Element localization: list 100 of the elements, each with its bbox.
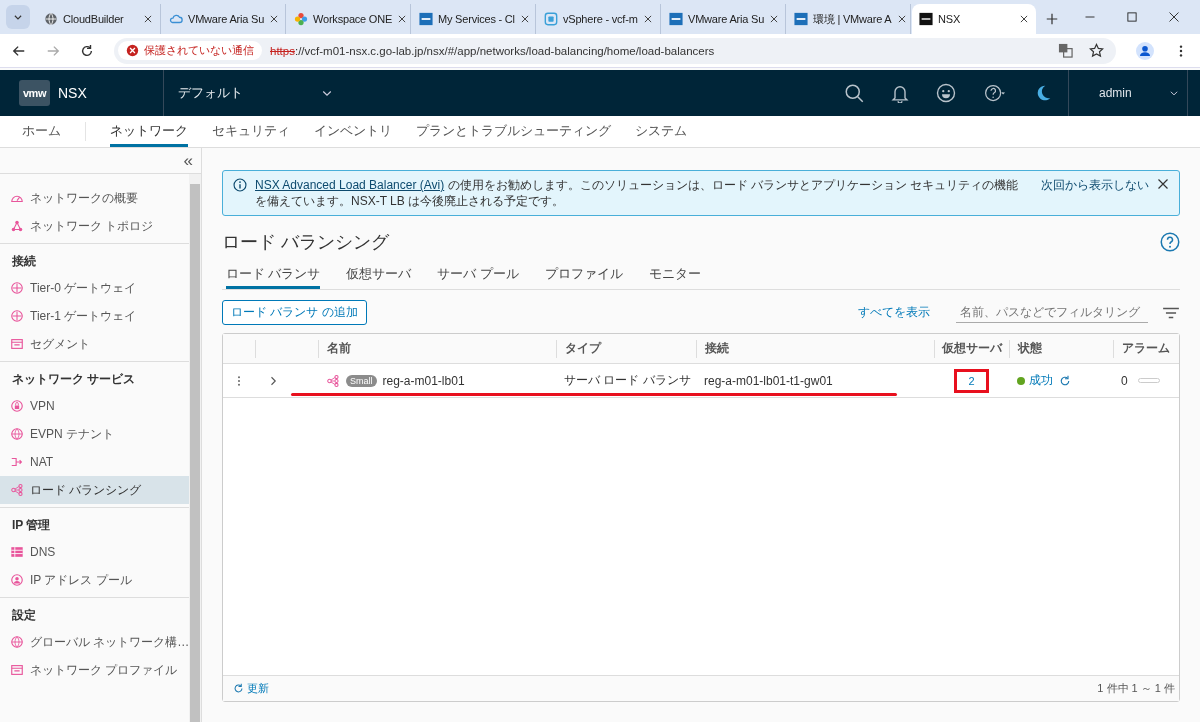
tab-title: My Services - Cl	[438, 13, 515, 25]
sidebar-item[interactable]: IP アドレス プール	[0, 566, 189, 594]
sub-tab[interactable]: 仮想サーバ	[346, 262, 412, 289]
sidebar-item[interactable]: VPN	[0, 392, 189, 420]
sidebar-item[interactable]: ネットワーク プロファイル	[0, 656, 189, 684]
sub-tab[interactable]: ロード バランサ	[226, 262, 321, 289]
column-header[interactable]: 接続	[696, 339, 934, 358]
table-cell: reg-a-m01-lb01-t1-gw01	[704, 373, 833, 388]
sidebar-item[interactable]: EVPN テナント	[0, 420, 189, 448]
nav-tab[interactable]: システム	[635, 116, 687, 147]
add-button[interactable]: ロード バランサ の追加	[222, 300, 367, 325]
close-icon[interactable]	[1157, 178, 1169, 190]
browser-tab[interactable]: NSX	[912, 4, 1036, 34]
bell-icon[interactable]	[890, 83, 910, 103]
sidebar-item[interactable]: DNS	[0, 538, 189, 566]
column-header[interactable]: 状態	[1009, 339, 1113, 358]
globe-icon	[10, 635, 24, 649]
sidebar-item[interactable]: Tier-0 ゲートウェイ	[0, 274, 189, 302]
column-header[interactable]: アラーム	[1113, 339, 1179, 358]
sidebar-item[interactable]: ネットワーク トポロジ	[0, 212, 189, 240]
table-cell: サーバ ロード バランサ	[564, 372, 691, 389]
help-icon[interactable]	[1160, 232, 1180, 252]
scrollbar-thumb[interactable]	[190, 184, 200, 722]
share-nodes-icon	[326, 373, 340, 388]
size-badge: Small	[346, 374, 377, 387]
sidebar-item[interactable]: セグメント	[0, 330, 189, 358]
sidebar-item[interactable]: ネットワークの概要	[0, 184, 189, 212]
close-icon[interactable]	[769, 14, 780, 24]
address-field[interactable]: 保護されていない通信 https://vcf-m01-nsx.c.go-lab.jp/nsx/#/app/networks/load-balancing/home/load-balancers	[114, 37, 1116, 64]
scrollbar[interactable]	[189, 174, 201, 722]
panel-icon	[10, 663, 24, 677]
info-icon	[233, 178, 247, 192]
sidebar-item[interactable]: Tier-1 ゲートウェイ	[0, 302, 189, 330]
close-icon[interactable]	[269, 14, 280, 24]
globe-icon	[10, 427, 24, 441]
close-icon[interactable]	[896, 14, 907, 24]
reload-icon[interactable]	[80, 43, 94, 58]
table-cell: reg-a-m01-lb01	[382, 373, 465, 388]
close-icon[interactable]	[1019, 14, 1029, 24]
nav-tab[interactable]: セキュリティ	[212, 116, 290, 147]
back-icon[interactable]	[12, 43, 26, 58]
virtual-server-count-link[interactable]: 2	[954, 368, 989, 393]
panel-icon	[10, 337, 24, 351]
tab-title: CloudBuilder	[63, 13, 125, 25]
sub-tab[interactable]: モニター	[648, 262, 701, 289]
close-icon[interactable]	[643, 14, 653, 24]
close-icon[interactable]	[397, 14, 408, 24]
crosshair-circle-icon	[10, 309, 24, 323]
nav-tab[interactable]: ホーム	[22, 116, 61, 147]
chevron-down-icon	[1169, 88, 1179, 98]
tab-title: VMware Aria Su	[188, 13, 265, 25]
square-logo-icon	[544, 12, 558, 26]
refresh-icon[interactable]	[1059, 374, 1071, 387]
sidebar-item[interactable]: ロード バランシング	[0, 476, 189, 504]
person-circle-icon	[10, 573, 24, 587]
dismiss-link[interactable]: 次回から表示しない	[1041, 177, 1149, 193]
maximize-icon[interactable]	[1126, 11, 1138, 23]
column-header[interactable]: 仮想サーバ	[934, 339, 1009, 358]
close-icon[interactable]	[519, 14, 530, 24]
tab-title: VMware Aria Su	[688, 13, 765, 25]
nav-tab[interactable]: プランとトラブルシューティング	[416, 116, 611, 147]
refresh-link[interactable]: 更新	[233, 681, 269, 696]
close-icon[interactable]	[143, 14, 153, 24]
square-logo-icon	[669, 12, 683, 26]
square-logo-icon	[794, 12, 808, 26]
square-logo-icon	[419, 12, 433, 26]
plus-icon[interactable]	[1045, 12, 1059, 26]
tab-title: Workspace ONE	[313, 13, 393, 25]
sub-tab[interactable]: プロファイル	[544, 262, 623, 289]
column-header[interactable]: タイプ	[556, 339, 696, 358]
share-nodes-icon	[10, 483, 24, 497]
cloud-icon	[169, 12, 183, 26]
tab-title: 環境 | VMware A	[813, 11, 892, 27]
error-icon	[126, 44, 139, 57]
search-icon[interactable]	[844, 83, 864, 103]
refresh-icon	[233, 683, 244, 694]
sub-tab[interactable]: サーバ プール	[437, 262, 519, 289]
item-count: 1 件中 1 ～ 1 件	[1097, 681, 1175, 696]
profile-icon[interactable]	[1136, 41, 1154, 60]
logo: vmw	[19, 80, 50, 106]
collapse-button[interactable]: «	[183, 148, 193, 173]
filter-field[interactable]: 名前、パスなどでフィルタリング	[956, 302, 1148, 323]
grid-icon	[10, 545, 24, 559]
sidebar-item[interactable]: グローバル ネットワーク構…	[0, 628, 189, 656]
close-icon[interactable]	[1168, 11, 1180, 23]
show-all-link[interactable]: すべてを表示	[858, 304, 930, 321]
banner-link[interactable]: NSX Advanced Load Balancer (Avi)	[255, 178, 445, 192]
help-icon[interactable]	[982, 83, 1008, 103]
smiley-icon[interactable]	[936, 83, 956, 103]
sidebar-item[interactable]: NAT	[0, 448, 189, 476]
column-header[interactable]: 名前	[318, 339, 556, 358]
nav-tab[interactable]: インベントリ	[314, 116, 392, 147]
tab-title: NSX	[938, 13, 962, 25]
security-chip[interactable]: 保護されていない通信	[118, 41, 262, 60]
url-text: https://vcf-m01-nsx.c.go-lab.jp/nsx/#/app/networks/load-balancing/home/load-balancers	[270, 44, 715, 57]
topology-icon	[10, 219, 24, 233]
translate-icon[interactable]	[1058, 43, 1073, 58]
square-logo-icon	[919, 12, 933, 26]
star-icon[interactable]	[1089, 43, 1104, 58]
lock-icon	[10, 399, 24, 413]
